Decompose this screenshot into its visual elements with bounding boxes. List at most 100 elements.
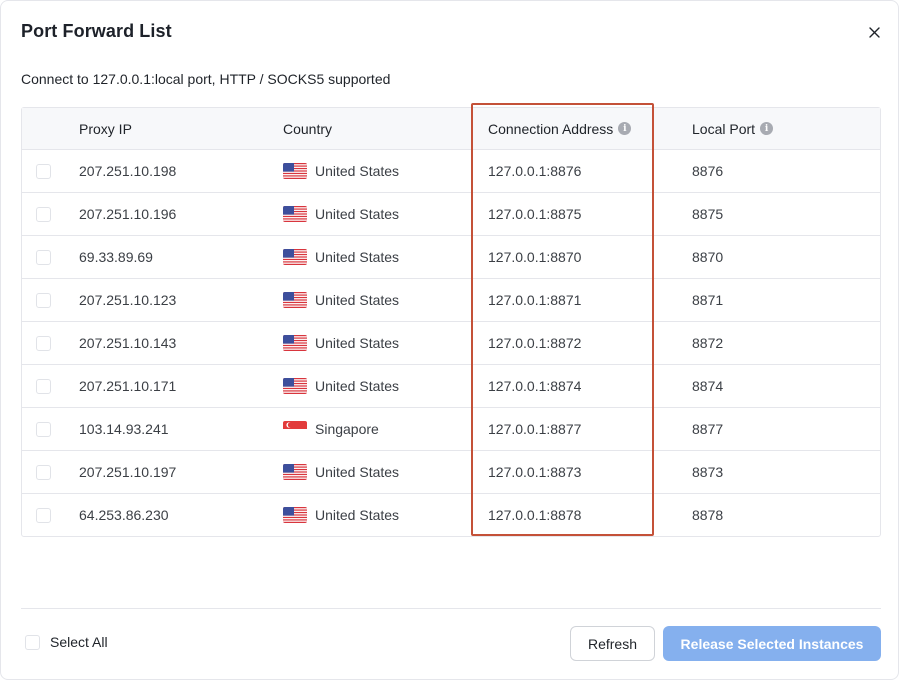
local-port-cell: 8872	[692, 335, 724, 351]
country-cell: United States	[283, 249, 488, 265]
us-flag-icon	[283, 292, 307, 308]
row-checkbox-cell	[22, 378, 79, 394]
proxy-ip-cell: 69.33.89.69	[79, 249, 153, 265]
connection-address-cell: 127.0.0.1:8871	[488, 292, 582, 308]
column-header-proxy-ip: Proxy IP	[79, 120, 132, 137]
country-cell: United States	[283, 507, 488, 523]
country-name: United States	[315, 292, 400, 308]
connection-address-cell: 127.0.0.1:8872	[488, 335, 582, 351]
row-checkbox-cell	[22, 163, 79, 179]
country-name: United States	[315, 464, 400, 480]
us-flag-icon	[283, 335, 307, 351]
country-name: United States	[315, 335, 400, 351]
row-checkbox[interactable]	[36, 421, 51, 437]
close-button[interactable]	[863, 21, 885, 43]
table-row: 207.251.10.123 United States 127.0.0.1:887…	[22, 279, 880, 322]
country-cell: United States	[283, 335, 488, 351]
country-cell: Singapore	[283, 421, 488, 437]
country-cell: United States	[283, 464, 488, 480]
local-port-cell: 8878	[692, 507, 724, 523]
port-forward-table: Proxy IP Country Connection Address i Lo…	[21, 107, 881, 537]
select-all-control[interactable]: Select All	[25, 634, 108, 650]
info-icon[interactable]: i	[760, 122, 774, 135]
release-selected-instances-button[interactable]: Release Selected Instances	[663, 626, 881, 661]
column-header-country: Country	[283, 120, 333, 137]
country-name: United States	[315, 206, 400, 222]
connection-address-cell: 127.0.0.1:8873	[488, 464, 582, 480]
close-icon	[868, 26, 880, 38]
refresh-button[interactable]: Refresh	[570, 626, 655, 661]
row-checkbox-cell	[22, 206, 79, 222]
local-port-cell: 8875	[692, 206, 724, 222]
local-port-cell: 8870	[692, 249, 724, 265]
row-checkbox[interactable]	[36, 163, 51, 179]
table-row: 64.253.86.230 United States 127.0.0.1:8878…	[22, 494, 880, 536]
us-flag-icon	[283, 206, 307, 222]
country-name: United States	[315, 163, 400, 179]
select-all-label: Select All	[50, 634, 108, 650]
column-header-local-port: Local Port i	[692, 121, 880, 137]
country-cell: United States	[283, 378, 488, 394]
country-cell: United States	[283, 292, 488, 308]
row-checkbox[interactable]	[36, 292, 51, 308]
row-checkbox[interactable]	[36, 335, 51, 351]
connection-address-cell: 127.0.0.1:8874	[488, 378, 582, 394]
dialog-title: Port Forward List	[21, 21, 172, 41]
row-checkbox[interactable]	[36, 206, 51, 222]
proxy-ip-cell: 64.253.86.230	[79, 507, 169, 523]
row-checkbox[interactable]	[36, 464, 51, 480]
row-checkbox[interactable]	[36, 378, 51, 394]
local-port-cell: 8874	[692, 378, 724, 394]
row-checkbox[interactable]	[36, 249, 51, 265]
row-checkbox-cell	[22, 464, 79, 480]
proxy-ip-cell: 207.251.10.143	[79, 335, 177, 351]
local-port-cell: 8873	[692, 464, 724, 480]
us-flag-icon	[283, 249, 307, 265]
country-cell: United States	[283, 163, 488, 179]
table-row: 207.251.10.143 United States 127.0.0.1:887…	[22, 322, 880, 365]
table-row: 103.14.93.241 Singapore 127.0.0.1:8877 8877	[22, 408, 880, 451]
info-icon[interactable]: i	[618, 122, 632, 135]
column-header-connection-address: Connection Address i	[488, 121, 692, 137]
table-row: 207.251.10.171 United States 127.0.0.1:887…	[22, 365, 880, 408]
table-row: 207.251.10.197 United States 127.0.0.1:887…	[22, 451, 880, 494]
dialog-subtitle: Connect to 127.0.0.1:local port, HTTP / …	[21, 71, 391, 87]
footer-divider	[21, 608, 881, 609]
connection-address-cell: 127.0.0.1:8870	[488, 249, 582, 265]
proxy-ip-cell: 207.251.10.196	[79, 206, 177, 222]
sg-flag-icon	[283, 421, 307, 437]
table-row: 69.33.89.69 United States 127.0.0.1:8870 88…	[22, 236, 880, 279]
country-name: United States	[315, 249, 400, 265]
connection-address-cell: 127.0.0.1:8875	[488, 206, 582, 222]
proxy-ip-cell: 207.251.10.171	[79, 378, 177, 394]
local-port-cell: 8877	[692, 421, 724, 437]
column-header-connection-address-label: Connection Address	[488, 120, 614, 137]
table-row: 207.251.10.196 United States 127.0.0.1:887…	[22, 193, 880, 236]
us-flag-icon	[283, 378, 307, 394]
table-header: Proxy IP Country Connection Address i Lo…	[22, 108, 880, 150]
us-flag-icon	[283, 507, 307, 523]
us-flag-icon	[283, 163, 307, 179]
port-forward-dialog: Port Forward List Connect to 127.0.0.1:l…	[0, 0, 899, 680]
connection-address-cell: 127.0.0.1:8878	[488, 507, 582, 523]
local-port-cell: 8871	[692, 292, 724, 308]
local-port-cell: 8876	[692, 163, 724, 179]
row-checkbox-cell	[22, 292, 79, 308]
connection-address-cell: 127.0.0.1:8877	[488, 421, 582, 437]
country-name: United States	[315, 378, 400, 394]
proxy-ip-cell: 207.251.10.123	[79, 292, 177, 308]
row-checkbox-cell	[22, 507, 79, 523]
row-checkbox-cell	[22, 421, 79, 437]
connection-address-cell: 127.0.0.1:8876	[488, 163, 582, 179]
table-body: 207.251.10.198 United States 127.0.0.1:887…	[22, 150, 880, 536]
proxy-ip-cell: 207.251.10.198	[79, 163, 177, 179]
select-all-checkbox[interactable]	[25, 634, 40, 650]
row-checkbox[interactable]	[36, 507, 51, 523]
country-cell: United States	[283, 206, 488, 222]
country-name: Singapore	[315, 421, 379, 437]
country-name: United States	[315, 507, 400, 523]
table-row: 207.251.10.198 United States 127.0.0.1:887…	[22, 150, 880, 193]
column-header-local-port-label: Local Port	[692, 120, 756, 137]
row-checkbox-cell	[22, 335, 79, 351]
us-flag-icon	[283, 464, 307, 480]
